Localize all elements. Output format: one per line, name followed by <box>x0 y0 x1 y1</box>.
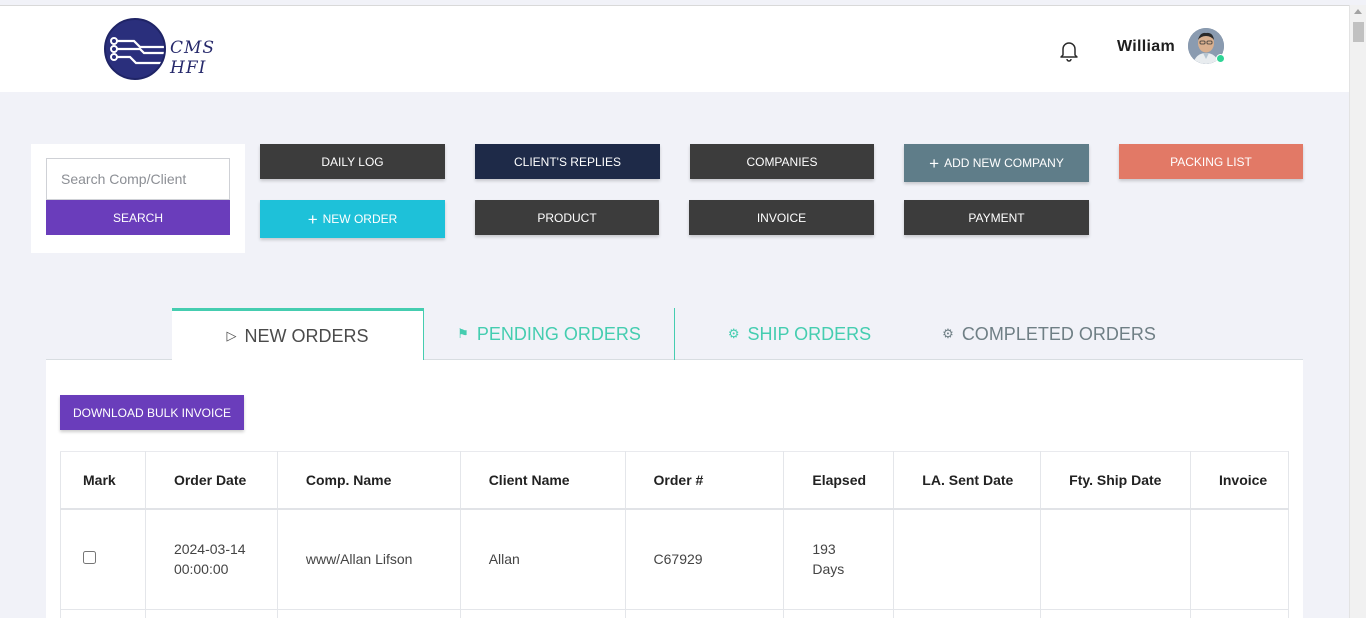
logo-emblem-icon <box>104 18 166 80</box>
empty-cell <box>1040 609 1191 618</box>
product-label: PRODUCT <box>537 210 597 225</box>
elapsed-cell: 193 Days <box>783 508 895 610</box>
orders-table: Mark Order Date Comp. Name Client Name O… <box>60 451 1290 618</box>
order-date-cell: 2024-03-14 00:00:00 <box>144 508 278 610</box>
product-button[interactable]: PRODUCT <box>475 200 659 235</box>
payment-button[interactable]: PAYMENT <box>904 200 1089 235</box>
column-header-la-sent-date[interactable]: LA. Sent Date <box>893 451 1042 510</box>
empty-cell <box>459 609 626 618</box>
empty-cell <box>144 609 278 618</box>
comp-name-cell: www/Allan Lifson <box>276 508 461 610</box>
companies-button[interactable]: COMPANIES <box>690 144 874 179</box>
daily-log-label: DAILY LOG <box>321 154 384 169</box>
search-button[interactable]: SEARCH <box>46 200 230 235</box>
tab-label: NEW ORDERS <box>244 325 369 346</box>
column-header-fty-ship-date[interactable]: Fty. Ship Date <box>1040 451 1191 510</box>
download-bulk-invoice-button[interactable]: DOWNLOAD BULK INVOICE <box>60 395 244 430</box>
elapsed-unit: Days <box>812 561 845 578</box>
empty-cell <box>276 609 461 618</box>
order-number-cell: C67929 <box>624 508 785 610</box>
play-icon: ▷ <box>226 328 237 343</box>
empty-cell <box>624 609 785 618</box>
add-new-company-label: ADD NEW COMPANY <box>944 156 1064 170</box>
search-input[interactable] <box>46 158 230 200</box>
row-mark-checkbox[interactable] <box>83 551 96 565</box>
column-header-elapsed[interactable]: Elapsed <box>783 451 895 510</box>
vertical-scrollbar[interactable] <box>1349 5 1366 618</box>
column-header-invoice[interactable]: Invoice <box>1189 451 1290 510</box>
fty-ship-date-cell <box>1040 508 1191 610</box>
table-header-row: Mark Order Date Comp. Name Client Name O… <box>60 451 1290 510</box>
daily-log-button[interactable]: DAILY LOG <box>260 144 445 179</box>
packing-list-button[interactable]: PACKING LIST <box>1119 144 1303 179</box>
tab-ship-orders[interactable]: ⚙ SHIP ORDERS <box>675 308 924 360</box>
column-header-order-number[interactable]: Order # <box>624 451 785 510</box>
tab-label: COMPLETED ORDERS <box>961 323 1156 344</box>
empty-cell <box>1189 609 1290 618</box>
online-status-indicator <box>1216 54 1225 63</box>
empty-cell <box>60 609 146 618</box>
tab-pending-orders[interactable]: ⚑ PENDING ORDERS <box>423 308 675 360</box>
mark-cell <box>60 508 146 610</box>
orders-tab-bar: ▷ NEW ORDERS ⚑ PENDING ORDERS ⚙ SHIP ORD… <box>46 308 1303 361</box>
empty-cell <box>893 609 1042 618</box>
invoice-label: INVOICE <box>756 210 807 225</box>
plus-icon: + <box>307 209 318 229</box>
la-sent-date-cell <box>893 508 1042 610</box>
column-header-comp-name[interactable]: Comp. Name <box>276 451 461 510</box>
packing-list-label: PACKING LIST <box>1170 154 1252 169</box>
table-row[interactable]: 2024-03-14 00:00:00 www/Allan Lifson All… <box>60 508 1290 610</box>
tab-label: PENDING ORDERS <box>476 323 641 344</box>
companies-label: COMPANIES <box>746 154 818 169</box>
new-order-button[interactable]: + NEW ORDER <box>260 200 445 238</box>
search-panel: SEARCH <box>31 144 245 253</box>
gear-icon: ⚙ <box>727 326 740 341</box>
column-header-mark[interactable]: Mark <box>60 451 146 510</box>
payment-label: PAYMENT <box>968 210 1025 225</box>
order-date: 2024-03-14 <box>173 541 246 558</box>
scroll-up-arrow-icon[interactable] <box>1354 9 1362 14</box>
table-row[interactable] <box>60 609 1290 618</box>
top-header: CMS HFI William <box>0 5 1349 92</box>
tab-label: SHIP ORDERS <box>747 323 872 344</box>
order-time: 00:00:00 <box>173 561 229 578</box>
tab-completed-orders[interactable]: ⚙ COMPLETED ORDERS <box>924 308 1174 360</box>
logo-text: CMS HFI <box>170 38 216 78</box>
clients-replies-button[interactable]: CLIENT'S REPLIES <box>475 144 660 179</box>
clients-replies-label: CLIENT'S REPLIES <box>514 154 621 169</box>
bell-icon[interactable] <box>1056 37 1082 63</box>
plus-icon: + <box>929 153 940 173</box>
elapsed-value: 193 <box>812 541 836 558</box>
tab-new-orders[interactable]: ▷ NEW ORDERS <box>172 308 423 361</box>
client-name-cell: Allan <box>459 508 626 610</box>
user-name[interactable]: William <box>1117 38 1175 56</box>
empty-cell <box>783 609 895 618</box>
logo[interactable]: CMS HFI <box>104 18 254 82</box>
add-new-company-button[interactable]: + ADD NEW COMPANY <box>904 144 1089 182</box>
invoice-cell <box>1189 508 1290 610</box>
scroll-thumb[interactable] <box>1353 22 1364 42</box>
invoice-button[interactable]: INVOICE <box>689 200 874 235</box>
gear-icon: ⚙ <box>942 326 954 341</box>
orders-panel: DOWNLOAD BULK INVOICE Mark Order Date Co… <box>46 360 1303 618</box>
flag-icon: ⚑ <box>457 326 469 341</box>
column-header-client-name[interactable]: Client Name <box>459 451 626 510</box>
column-header-order-date[interactable]: Order Date <box>144 451 278 510</box>
new-order-label: NEW ORDER <box>322 212 398 226</box>
